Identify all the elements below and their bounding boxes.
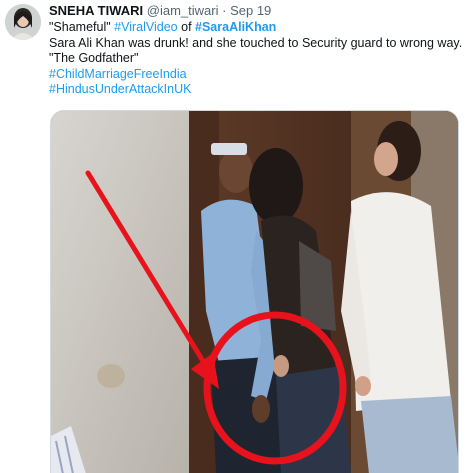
tweet-card[interactable]: SNEHA TIWARI @iam_tiwari · Sep 19 "Shame…: [0, 0, 467, 473]
tweet-media-image[interactable]: [50, 110, 459, 473]
tweet-date[interactable]: Sep 19: [230, 3, 271, 18]
hashtag-childmarriagefreeindia[interactable]: #ChildMarriageFreeIndia: [49, 67, 459, 83]
hashtag-viralvideo[interactable]: #ViralVideo: [114, 20, 177, 34]
media-photo: [51, 111, 458, 473]
tweet-line-2: Sara Ali Khan was drunk! and she touched…: [49, 35, 463, 50]
tweet-text: "Shameful" #ViralVideo of #SaraAliKhan S…: [49, 20, 463, 98]
tweet-line-1: "Shameful" #ViralVideo of #SaraAliKhan: [49, 20, 459, 36]
separator: ·: [222, 3, 227, 18]
author-handle[interactable]: @iam_tiwari: [147, 3, 219, 18]
hashtag-hindusunderattackinuk[interactable]: #HindusUnderAttackInUK: [49, 82, 459, 98]
avatar-photo: [5, 4, 41, 40]
avatar[interactable]: [5, 4, 41, 40]
author-name[interactable]: SNEHA TIWARI: [49, 3, 143, 18]
tweet-line-3: "The Godfather": [49, 51, 139, 65]
tweet-header: SNEHA TIWARI @iam_tiwari · Sep 19: [49, 3, 271, 19]
of-text: of: [177, 20, 196, 34]
quote-text: "Shameful": [49, 20, 115, 34]
hashtag-saraalikhan[interactable]: #SaraAliKhan: [195, 20, 276, 34]
